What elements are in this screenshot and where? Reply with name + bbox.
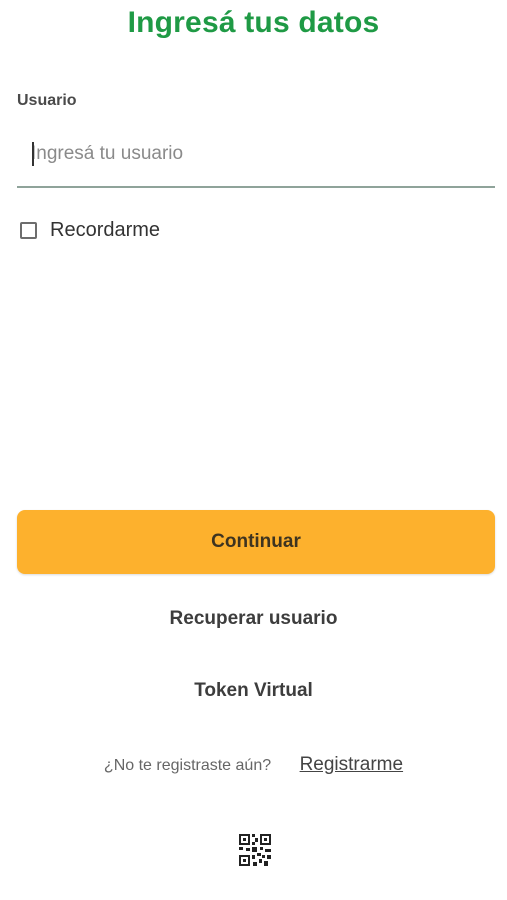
- virtual-token-button[interactable]: Token Virtual: [0, 680, 507, 702]
- register-row: ¿No te registraste aún? Registrarme: [0, 754, 507, 776]
- qr-code-icon[interactable]: [238, 833, 272, 867]
- register-link[interactable]: Registrarme: [300, 754, 403, 775]
- user-input[interactable]: [31, 138, 481, 170]
- page-title: Ingresá tus datos: [127, 6, 380, 39]
- remember-label[interactable]: Recordarme: [50, 219, 160, 242]
- recover-user-button[interactable]: Recuperar usuario: [0, 608, 507, 630]
- user-field-label: Usuario: [17, 92, 77, 109]
- continue-button[interactable]: Continuar: [17, 510, 495, 574]
- register-question: ¿No te registraste aún?: [103, 757, 272, 774]
- user-input-container[interactable]: [17, 128, 495, 188]
- remember-me[interactable]: Recordarme: [20, 219, 160, 242]
- text-caret: [32, 142, 34, 166]
- remember-checkbox[interactable]: [20, 222, 37, 239]
